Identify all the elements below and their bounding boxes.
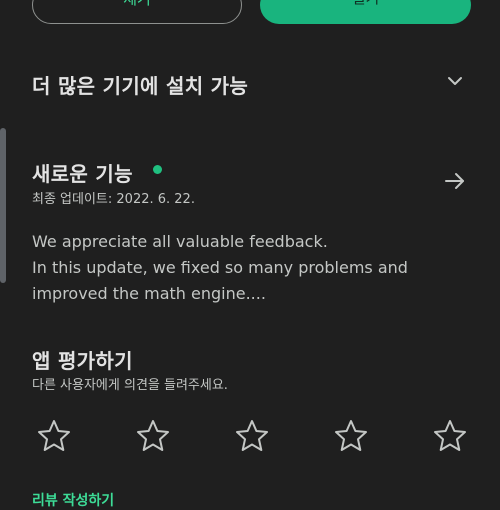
open-button-label: 열기 xyxy=(352,0,380,7)
open-button[interactable]: 열기 xyxy=(260,0,471,24)
arrow-right-icon[interactable] xyxy=(442,168,468,194)
remove-button-label: 제거 xyxy=(123,0,151,8)
star-icon[interactable] xyxy=(432,418,468,454)
write-review-link[interactable]: 리뷰 작성하기 xyxy=(32,490,114,510)
remove-button[interactable]: 제거 xyxy=(32,0,242,24)
last-updated-text: 최종 업데이트: 2022. 6. 22. xyxy=(32,192,195,207)
release-note-line: improved the math engine.... xyxy=(32,284,266,303)
release-note-line: We appreciate all valuable feedback. xyxy=(32,232,328,251)
scrollbar[interactable] xyxy=(0,128,6,283)
release-notes: We appreciate all valuable feedback. In … xyxy=(32,229,472,307)
star-icon[interactable] xyxy=(333,418,369,454)
chevron-down-icon[interactable] xyxy=(444,70,466,92)
more-devices-title: 더 많은 기기에 설치 가능 xyxy=(32,74,249,98)
whats-new-title: 새로운 기능 xyxy=(32,162,133,186)
release-note-line: In this update, we fixed so many problem… xyxy=(32,258,408,277)
star-icon[interactable] xyxy=(234,418,270,454)
star-icon[interactable] xyxy=(135,418,171,454)
new-indicator-dot xyxy=(153,165,162,174)
star-icon[interactable] xyxy=(36,418,72,454)
rate-app-subtitle: 다른 사용자에게 의견을 들려주세요. xyxy=(32,378,228,393)
rate-app-title: 앱 평가하기 xyxy=(32,349,133,373)
